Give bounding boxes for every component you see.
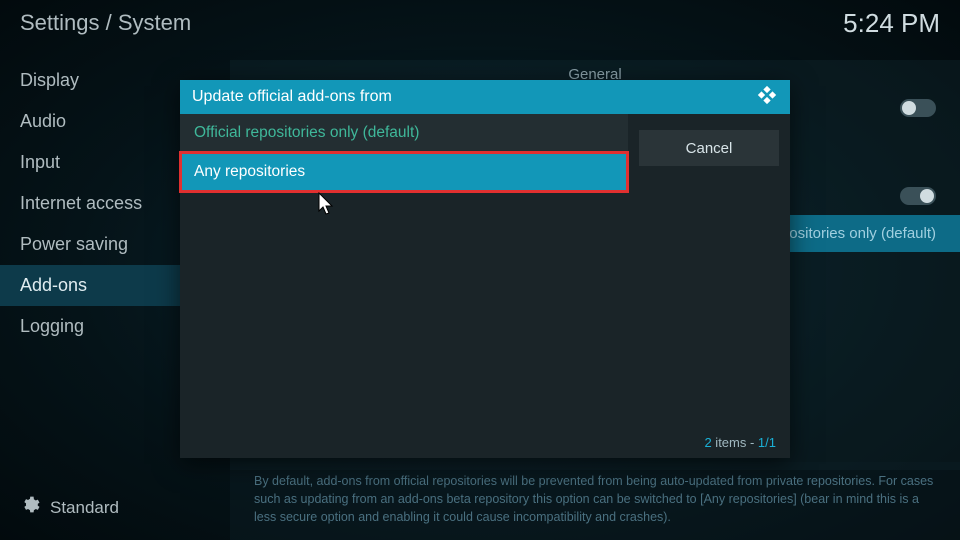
dialog: Update official add-ons from Official re… xyxy=(180,80,790,458)
breadcrumb: Settings / System xyxy=(20,10,191,36)
cursor-icon xyxy=(318,192,336,216)
sidebar-item-audio[interactable]: Audio xyxy=(0,101,210,142)
sidebar-item-power-saving[interactable]: Power saving xyxy=(0,224,210,265)
toggle-off[interactable] xyxy=(900,99,936,117)
sidebar-item-internet-access[interactable]: Internet access xyxy=(0,183,210,224)
settings-level[interactable]: Standard xyxy=(0,485,210,530)
clock: 5:24 PM xyxy=(843,8,940,39)
sidebar-item-input[interactable]: Input xyxy=(0,142,210,183)
dialog-title: Update official add-ons from xyxy=(192,88,392,106)
sidebar-item-add-ons[interactable]: Add-ons xyxy=(0,265,210,306)
option-any-repositories[interactable]: Any repositories xyxy=(180,152,628,192)
items-label: items - xyxy=(712,435,758,450)
settings-level-label: Standard xyxy=(50,498,119,518)
option-list: Official repositories only (default) Any… xyxy=(180,114,628,458)
sidebar: Display Audio Input Internet access Powe… xyxy=(0,60,210,347)
dialog-footer: 2 items - 1/1 xyxy=(704,435,776,450)
toggle-on[interactable] xyxy=(900,187,936,205)
cancel-button[interactable]: Cancel xyxy=(639,130,779,166)
option-official-repositories[interactable]: Official repositories only (default) xyxy=(180,114,628,152)
dialog-header: Update official add-ons from xyxy=(180,80,790,114)
kodi-icon xyxy=(756,84,778,111)
sidebar-item-logging[interactable]: Logging xyxy=(0,306,210,347)
sidebar-item-display[interactable]: Display xyxy=(0,60,210,101)
setting-value: ositories only (default) xyxy=(789,225,936,242)
item-count: 2 xyxy=(704,435,711,450)
help-text: By default, add-ons from official reposi… xyxy=(230,462,960,540)
page-indicator: 1/1 xyxy=(758,435,776,450)
gear-icon xyxy=(20,495,40,520)
